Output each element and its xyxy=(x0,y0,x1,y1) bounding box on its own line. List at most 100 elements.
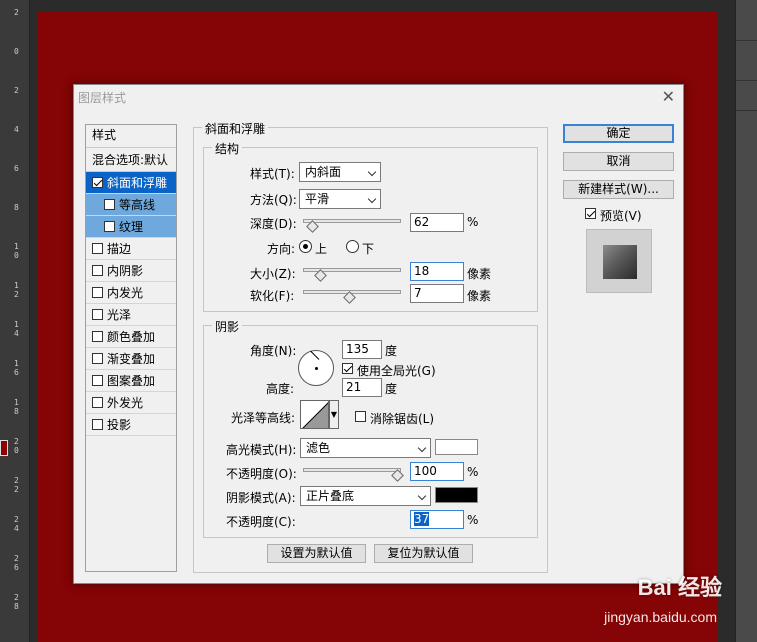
style-item-bevel[interactable]: 斜面和浮雕 xyxy=(86,172,176,194)
style-item-inner-shadow[interactable]: 内阴影 xyxy=(86,260,176,282)
style-item-color-overlay[interactable]: 颜色叠加 xyxy=(86,326,176,348)
style-item-drop-shadow[interactable]: 投影 xyxy=(86,414,176,436)
foreground-color-swatch[interactable] xyxy=(0,440,8,456)
checkbox-icon[interactable] xyxy=(92,397,103,408)
checkbox-icon[interactable] xyxy=(92,331,103,342)
ruler-tick-label: 1 8 xyxy=(14,398,19,416)
shadow-mode-select[interactable]: 正片叠底 xyxy=(300,486,431,506)
style-item-gradient-overlay[interactable]: 渐变叠加 xyxy=(86,348,176,370)
soften-unit: 像素 xyxy=(467,289,492,303)
ruler-tick-label: 1 2 xyxy=(14,281,19,299)
angle-unit: 度 xyxy=(385,344,398,358)
angle-dial[interactable] xyxy=(298,350,334,386)
checkbox-icon[interactable] xyxy=(92,265,103,276)
checkbox-icon[interactable] xyxy=(92,287,103,298)
ruler-tick-label: 2 0 xyxy=(14,437,19,455)
style-item-inner-glow[interactable]: 内发光 xyxy=(86,282,176,304)
checkbox-icon[interactable] xyxy=(92,375,103,386)
opacity2-unit: % xyxy=(467,513,479,527)
highlight-color-swatch[interactable] xyxy=(435,439,478,455)
checkbox-icon[interactable] xyxy=(92,243,103,254)
global-light-checkbox[interactable] xyxy=(342,363,353,374)
ruler-tick-label: 6 xyxy=(14,164,19,173)
ruler-tick-label: 1 4 xyxy=(14,320,19,338)
opacity1-slider[interactable] xyxy=(303,468,401,472)
ruler-tick-label: 2 8 xyxy=(14,593,19,611)
ruler-tick-label: 2 6 xyxy=(14,554,19,572)
structure-title: 结构 xyxy=(212,140,243,157)
shadow-mode-label: 阴影模式(A): xyxy=(226,491,296,505)
angle-input[interactable]: 135 xyxy=(342,340,382,359)
style-item-texture[interactable]: 纹理 xyxy=(86,216,176,238)
ruler-tick-label: 4 xyxy=(14,125,19,134)
soften-input[interactable]: 7 xyxy=(410,284,464,303)
altitude-input[interactable]: 21 xyxy=(342,378,382,397)
make-default-button[interactable]: 设置为默认值 xyxy=(267,544,366,563)
altitude-unit: 度 xyxy=(385,382,398,396)
checkbox-icon[interactable] xyxy=(92,177,103,188)
opacity2-input[interactable]: 37 xyxy=(410,510,464,529)
size-label: 大小(Z): xyxy=(250,267,296,281)
contour-dropdown-icon[interactable]: ▼ xyxy=(329,400,339,429)
opacity2-value: 37 xyxy=(414,512,430,526)
depth-label: 深度(D): xyxy=(250,217,297,231)
right-panel xyxy=(735,0,757,642)
cancel-button[interactable]: 取消 xyxy=(563,152,674,171)
soften-label: 软化(F): xyxy=(250,289,295,303)
preview-label: 预览(V) xyxy=(600,209,642,223)
style-item-pattern-overlay[interactable]: 图案叠加 xyxy=(86,370,176,392)
method-select[interactable]: 平滑 xyxy=(299,189,381,209)
vertical-ruler: 2 0 2 4 6 8 1 0 1 2 1 4 1 6 1 8 2 0 2 2 2 4 2 6 2 8 xyxy=(0,0,30,642)
bevel-section-title: 斜面和浮雕 xyxy=(202,120,269,137)
antialias-checkbox[interactable] xyxy=(355,411,366,422)
opacity2-label: 不透明度(C): xyxy=(226,515,296,529)
highlight-mode-label: 高光模式(H): xyxy=(226,443,297,457)
shading-title: 阴影 xyxy=(212,318,243,335)
ruler-tick-label: 8 xyxy=(14,203,19,212)
style-item-outer-glow[interactable]: 外发光 xyxy=(86,392,176,414)
style-select[interactable]: 内斜面 xyxy=(299,162,381,182)
new-style-button[interactable]: 新建样式(W)... xyxy=(563,180,674,199)
preview-square xyxy=(603,245,637,279)
size-input[interactable]: 18 xyxy=(410,262,464,281)
ruler-tick-label: 0 xyxy=(14,47,19,56)
ruler-tick-label: 2 4 xyxy=(14,515,19,533)
direction-down-radio[interactable] xyxy=(346,240,359,253)
contour-curve-icon xyxy=(302,402,328,428)
style-item-satin[interactable]: 光泽 xyxy=(86,304,176,326)
reset-default-button[interactable]: 复位为默认值 xyxy=(374,544,473,563)
depth-unit: % xyxy=(467,215,479,229)
gloss-contour-preview[interactable] xyxy=(300,400,329,429)
depth-input[interactable]: 62 xyxy=(410,213,464,232)
style-preview-thumbnail xyxy=(586,229,652,293)
styles-header[interactable]: 样式 xyxy=(86,125,176,148)
shadow-color-swatch[interactable] xyxy=(435,487,478,503)
style-label: 样式(T): xyxy=(250,167,295,181)
baidu-jingyan-logo: Bai 经验 xyxy=(637,575,722,600)
global-light-label: 使用全局光(G) xyxy=(357,364,436,378)
direction-up-radio[interactable] xyxy=(299,240,312,253)
checkbox-icon[interactable] xyxy=(92,309,103,320)
depth-slider[interactable] xyxy=(303,219,401,223)
ruler-tick-label: 1 0 xyxy=(14,242,19,260)
checkbox-icon[interactable] xyxy=(92,353,103,364)
size-unit: 像素 xyxy=(467,267,492,281)
direction-up-label: 上 xyxy=(315,242,328,256)
ok-button[interactable]: 确定 xyxy=(563,124,674,143)
blending-options[interactable]: 混合选项:默认 xyxy=(86,148,176,172)
top-bar xyxy=(30,0,757,12)
style-item-contour[interactable]: 等高线 xyxy=(86,194,176,216)
layer-style-dialog: 图层样式 ✕ 样式 混合选项:默认 斜面和浮雕 等高线 纹理 描边 内阴影 内发… xyxy=(73,84,684,584)
close-icon[interactable]: ✕ xyxy=(662,87,675,106)
style-item-stroke[interactable]: 描边 xyxy=(86,238,176,260)
opacity1-label: 不透明度(O): xyxy=(226,467,297,481)
ruler-tick-label: 2 xyxy=(14,86,19,95)
checkbox-icon[interactable] xyxy=(92,419,103,430)
checkbox-icon[interactable] xyxy=(104,199,115,210)
preview-checkbox[interactable] xyxy=(585,208,596,219)
altitude-label: 高度: xyxy=(266,382,295,396)
checkbox-icon[interactable] xyxy=(104,221,115,232)
opacity1-input[interactable]: 100 xyxy=(410,462,464,481)
highlight-mode-select[interactable]: 滤色 xyxy=(300,438,431,458)
angle-label: 角度(N): xyxy=(250,344,297,358)
